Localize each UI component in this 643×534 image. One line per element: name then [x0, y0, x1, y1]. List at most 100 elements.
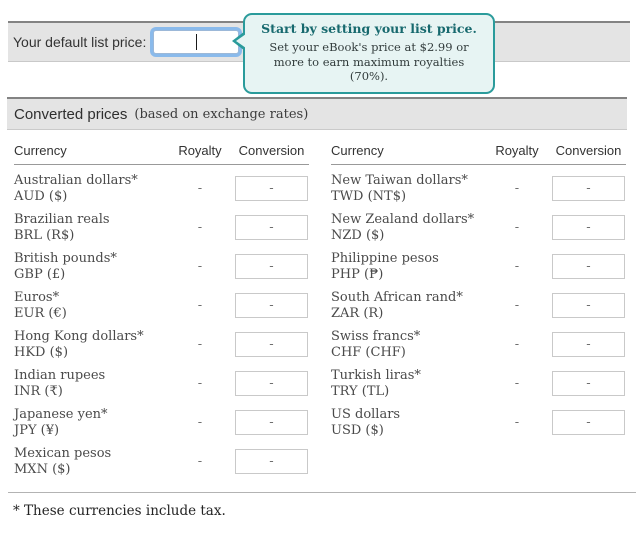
currency-table-right: Currency Royalty Conversion New Taiwan d…	[331, 143, 626, 481]
currency-code: TWD (NT$)	[331, 189, 483, 205]
currency-name: Mexican pesos	[14, 446, 166, 462]
currency-code: NZD ($)	[331, 228, 483, 244]
currency-code: JPY (¥)	[14, 423, 166, 439]
currency-row: New Zealand dollars* NZD ($) - -	[331, 208, 626, 247]
currency-row: Mexican pesos MXN ($) - -	[14, 442, 309, 481]
conversion-price-input[interactable]: -	[552, 410, 625, 435]
currency-name: New Zealand dollars*	[331, 212, 483, 228]
currency-row: New Taiwan dollars* TWD (NT$) - -	[331, 169, 626, 208]
currency-code: CHF (CHF)	[331, 345, 483, 361]
currency-name: British pounds*	[14, 251, 166, 267]
currency-code: MXN ($)	[14, 462, 166, 478]
currency-name: Indian rupees	[14, 368, 166, 384]
royalty-value: -	[483, 298, 551, 313]
currency-row: Swiss francs* CHF (CHF) - -	[331, 325, 626, 364]
currency-row: Turkish liras* TRY (TL) - -	[331, 364, 626, 403]
table-header-row: Currency Royalty Conversion	[14, 143, 309, 165]
footnote-divider	[8, 492, 636, 493]
royalty-value: -	[166, 259, 234, 274]
column-header-currency: Currency	[331, 143, 483, 158]
currency-name: Australian dollars*	[14, 173, 166, 189]
currency-name: South African rand*	[331, 290, 483, 306]
currency-row: South African rand* ZAR (R) - -	[331, 286, 626, 325]
default-list-price-label: Your default list price:	[13, 34, 146, 50]
conversion-price-input[interactable]: -	[552, 371, 625, 396]
royalty-value: -	[483, 376, 551, 391]
currency-row: Hong Kong dollars* HKD ($) - -	[14, 325, 309, 364]
royalty-value: -	[166, 181, 234, 196]
currency-code: GBP (£)	[14, 267, 166, 283]
currency-code: INR (₹)	[14, 384, 166, 400]
conversion-price-input[interactable]: -	[552, 254, 625, 279]
currency-row: Indian rupees INR (₹) - -	[14, 364, 309, 403]
column-header-conversion: Conversion	[551, 143, 626, 158]
column-header-royalty: Royalty	[483, 143, 551, 158]
conversion-price-input[interactable]: -	[235, 371, 308, 396]
conversion-price-input[interactable]: -	[552, 332, 625, 357]
royalty-value: -	[166, 337, 234, 352]
converted-prices-header: Converted prices (based on exchange rate…	[7, 97, 627, 130]
currency-name: Brazilian reals	[14, 212, 166, 228]
tooltip-arrow-icon	[232, 31, 245, 51]
currency-name: Japanese yen*	[14, 407, 166, 423]
conversion-price-input[interactable]: -	[235, 449, 308, 474]
column-header-royalty: Royalty	[166, 143, 234, 158]
table-rows-left: Australian dollars* AUD ($) - - Brazilia…	[14, 165, 309, 481]
currency-code: EUR (€)	[14, 306, 166, 322]
royalty-value: -	[483, 337, 551, 352]
list-price-tooltip: Start by setting your list price. Set yo…	[243, 13, 495, 94]
currency-name: Swiss francs*	[331, 329, 483, 345]
conversion-price-input[interactable]: -	[235, 332, 308, 357]
currency-row: Brazilian reals BRL (R$) - -	[14, 208, 309, 247]
currency-row: Australian dollars* AUD ($) - -	[14, 169, 309, 208]
royalty-value: -	[166, 298, 234, 313]
royalty-value: -	[483, 259, 551, 274]
currency-code: PHP (₱)	[331, 267, 483, 283]
default-list-price-input[interactable]	[153, 30, 239, 54]
royalty-value: -	[483, 415, 551, 430]
converted-prices-title: Converted prices	[14, 106, 127, 123]
currency-row: Japanese yen* JPY (¥) - -	[14, 403, 309, 442]
currency-name: Turkish liras*	[331, 368, 483, 384]
currency-code: TRY (TL)	[331, 384, 483, 400]
royalty-value: -	[166, 454, 234, 469]
column-header-currency: Currency	[14, 143, 166, 158]
royalty-value: -	[166, 415, 234, 430]
royalty-value: -	[166, 376, 234, 391]
table-rows-right: New Taiwan dollars* TWD (NT$) - - New Ze…	[331, 165, 626, 442]
currency-code: AUD ($)	[14, 189, 166, 205]
currency-name: US dollars	[331, 407, 483, 423]
currency-name: New Taiwan dollars*	[331, 173, 483, 189]
currency-code: USD ($)	[331, 423, 483, 439]
currency-row: Euros* EUR (€) - -	[14, 286, 309, 325]
royalty-value: -	[483, 220, 551, 235]
currency-row: US dollars USD ($) - -	[331, 403, 626, 442]
converted-prices-tables: Currency Royalty Conversion Australian d…	[14, 143, 626, 481]
royalty-value: -	[483, 181, 551, 196]
currency-name: Euros*	[14, 290, 166, 306]
tooltip-body: Set your eBook's price at $2.99 or more …	[255, 40, 483, 84]
conversion-price-input[interactable]: -	[552, 215, 625, 240]
tooltip-title: Start by setting your list price.	[255, 21, 483, 36]
currency-code: HKD ($)	[14, 345, 166, 361]
currency-row: Philippine pesos PHP (₱) - -	[331, 247, 626, 286]
currency-code: ZAR (R)	[331, 306, 483, 322]
conversion-price-input[interactable]: -	[235, 293, 308, 318]
conversion-price-input[interactable]: -	[235, 254, 308, 279]
currency-row: British pounds* GBP (£) - -	[14, 247, 309, 286]
converted-prices-subtitle: (based on exchange rates)	[134, 107, 308, 122]
table-header-row: Currency Royalty Conversion	[331, 143, 626, 165]
column-header-conversion: Conversion	[234, 143, 309, 158]
conversion-price-input[interactable]: -	[235, 215, 308, 240]
conversion-price-input[interactable]: -	[235, 410, 308, 435]
currency-name: Hong Kong dollars*	[14, 329, 166, 345]
conversion-price-input[interactable]: -	[552, 293, 625, 318]
currency-code: BRL (R$)	[14, 228, 166, 244]
tax-footnote: * These currencies include tax.	[13, 503, 226, 519]
conversion-price-input[interactable]: -	[235, 176, 308, 201]
currency-name: Philippine pesos	[331, 251, 483, 267]
conversion-price-input[interactable]: -	[552, 176, 625, 201]
royalty-value: -	[166, 220, 234, 235]
currency-table-left: Currency Royalty Conversion Australian d…	[14, 143, 309, 481]
text-caret	[196, 34, 197, 50]
